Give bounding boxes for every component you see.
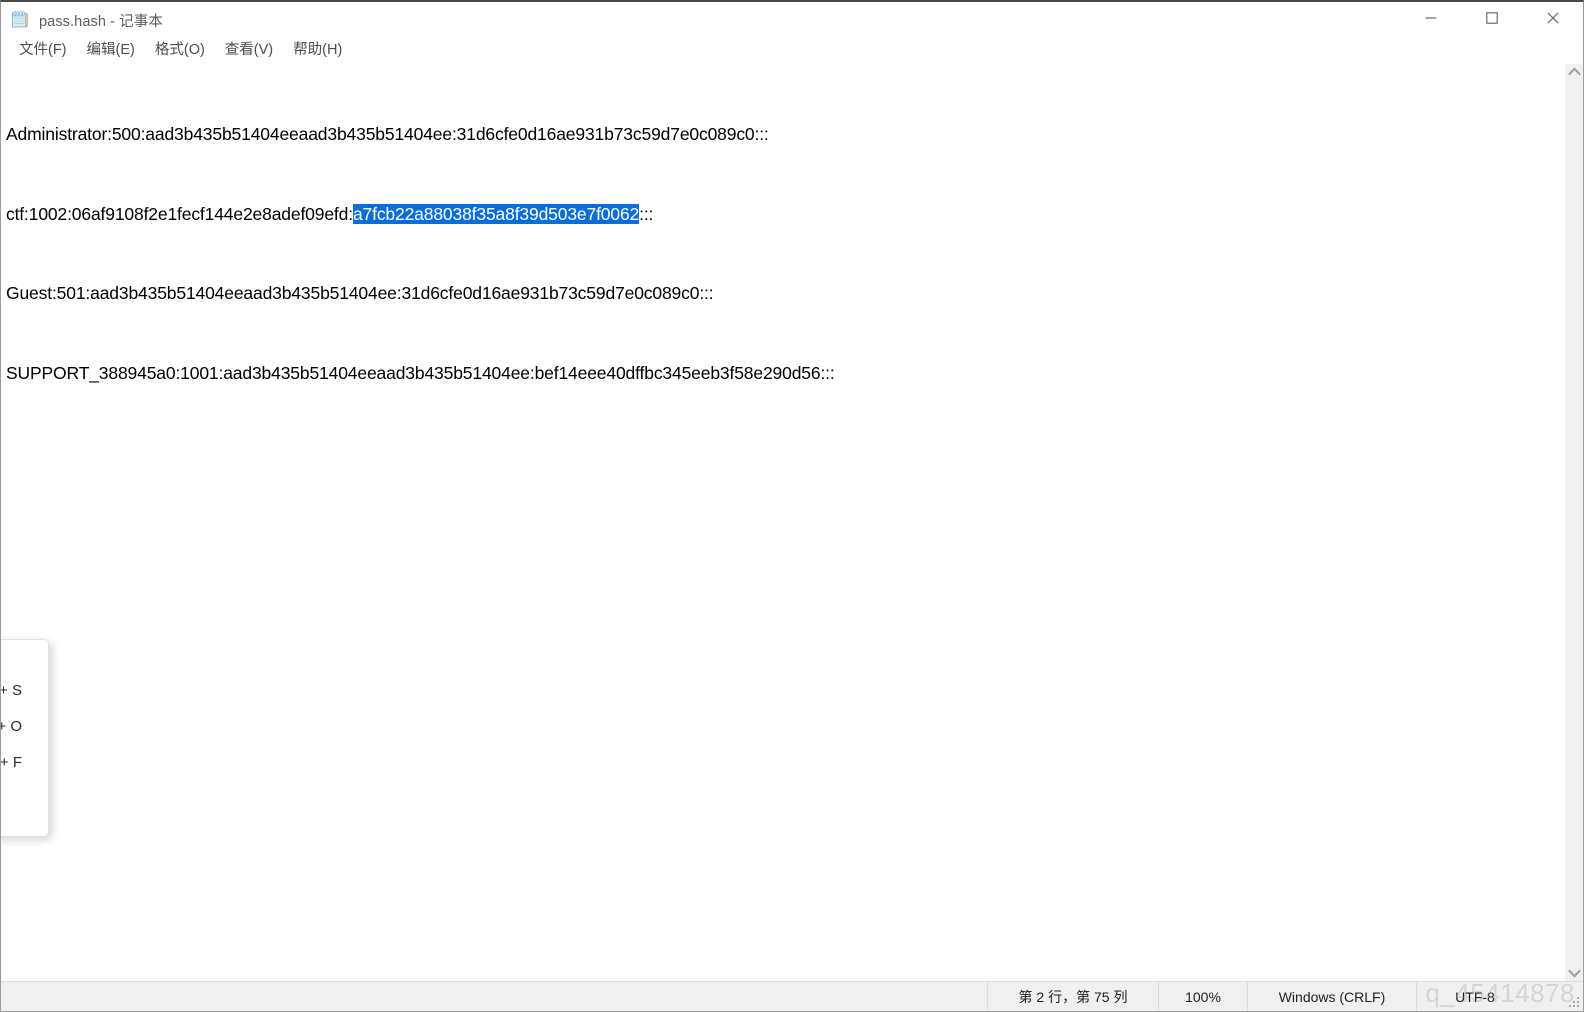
menu-item-edit[interactable]: 编辑(E) xyxy=(77,40,145,62)
menu-item-view[interactable]: 查看(V) xyxy=(215,40,283,62)
menu-item-file[interactable]: 文件(F) xyxy=(9,40,77,62)
maximize-icon xyxy=(1485,11,1498,29)
status-zoom-level[interactable]: 100% xyxy=(1158,982,1247,1011)
notepad-icon xyxy=(10,10,30,30)
text-line: SUPPORT_388945a0:1001:aad3b435b51404eeaa… xyxy=(6,360,1566,387)
menu-row-shortcut[interactable]: + O xyxy=(1,708,48,744)
chevron-down-icon xyxy=(1568,964,1581,978)
status-encoding[interactable]: UTF-8 xyxy=(1416,982,1533,1011)
status-bar: 第 2 行，第 75 列 100% Windows (CRLF) UTF-8 xyxy=(1,981,1583,1011)
clipped-dropdown-menu[interactable]: + S + O + F xyxy=(1,639,49,837)
window-controls xyxy=(1400,2,1583,38)
line-text: Guest:501:aad3b435b51404eeaad3b435b51404… xyxy=(6,283,714,303)
chevron-up-icon xyxy=(1568,67,1581,81)
text-editor[interactable]: Administrator:500:aad3b435b51404eeaad3b4… xyxy=(1,64,1566,981)
title-bar[interactable]: pass.hash - 记事本 xyxy=(1,2,1583,38)
text-line: ctf:1002:06af9108f2e1fecf144e2e8adef09ef… xyxy=(6,201,1566,228)
menu-bar: 文件(F) 编辑(E) 格式(O) 查看(V) 帮助(H) xyxy=(1,38,1583,64)
menu-row-shortcut[interactable]: + S xyxy=(1,672,48,708)
line-text-tail: ::: xyxy=(639,203,654,224)
scroll-up-button[interactable] xyxy=(1566,64,1583,81)
status-line-ending[interactable]: Windows (CRLF) xyxy=(1247,982,1416,1011)
title-bar-left: pass.hash - 记事本 xyxy=(1,10,1400,31)
line-selection: a7fcb22a88038f35a8f39d503e7f0062 xyxy=(352,203,640,224)
line-text: SUPPORT_388945a0:1001:aad3b435b51404eeaa… xyxy=(6,362,835,383)
menu-spacer xyxy=(1,650,48,672)
menu-row-shortcut[interactable]: + F xyxy=(1,744,48,780)
minimize-icon xyxy=(1425,11,1437,29)
vertical-scrollbar[interactable] xyxy=(1565,64,1583,981)
close-button[interactable] xyxy=(1522,2,1583,38)
editor-area: Administrator:500:aad3b435b51404eeaad3b4… xyxy=(1,64,1583,981)
line-text: Administrator:500:aad3b435b51404eeaad3b4… xyxy=(6,124,769,144)
minimize-button[interactable] xyxy=(1400,2,1461,38)
scroll-down-button[interactable] xyxy=(1566,964,1583,981)
close-icon xyxy=(1546,11,1559,29)
menu-item-format[interactable]: 格式(O) xyxy=(145,40,215,62)
line-text: ctf:1002:06af9108f2e1fecf144e2e8adef09ef… xyxy=(6,203,353,224)
menu-item-help[interactable]: 帮助(H) xyxy=(283,40,352,62)
resize-grip[interactable] xyxy=(1533,982,1583,1011)
text-line: Administrator:500:aad3b435b51404eeaad3b4… xyxy=(6,121,1566,148)
maximize-button[interactable] xyxy=(1461,2,1522,38)
text-line: Guest:501:aad3b435b51404eeaad3b435b51404… xyxy=(6,280,1566,307)
window-title: pass.hash - 记事本 xyxy=(39,13,163,30)
notepad-window: pass.hash - 记事本 文件(F) 编辑(E) 格式(O) 查看(V) … xyxy=(0,0,1584,1012)
status-cursor-position[interactable]: 第 2 行，第 75 列 xyxy=(987,982,1158,1011)
